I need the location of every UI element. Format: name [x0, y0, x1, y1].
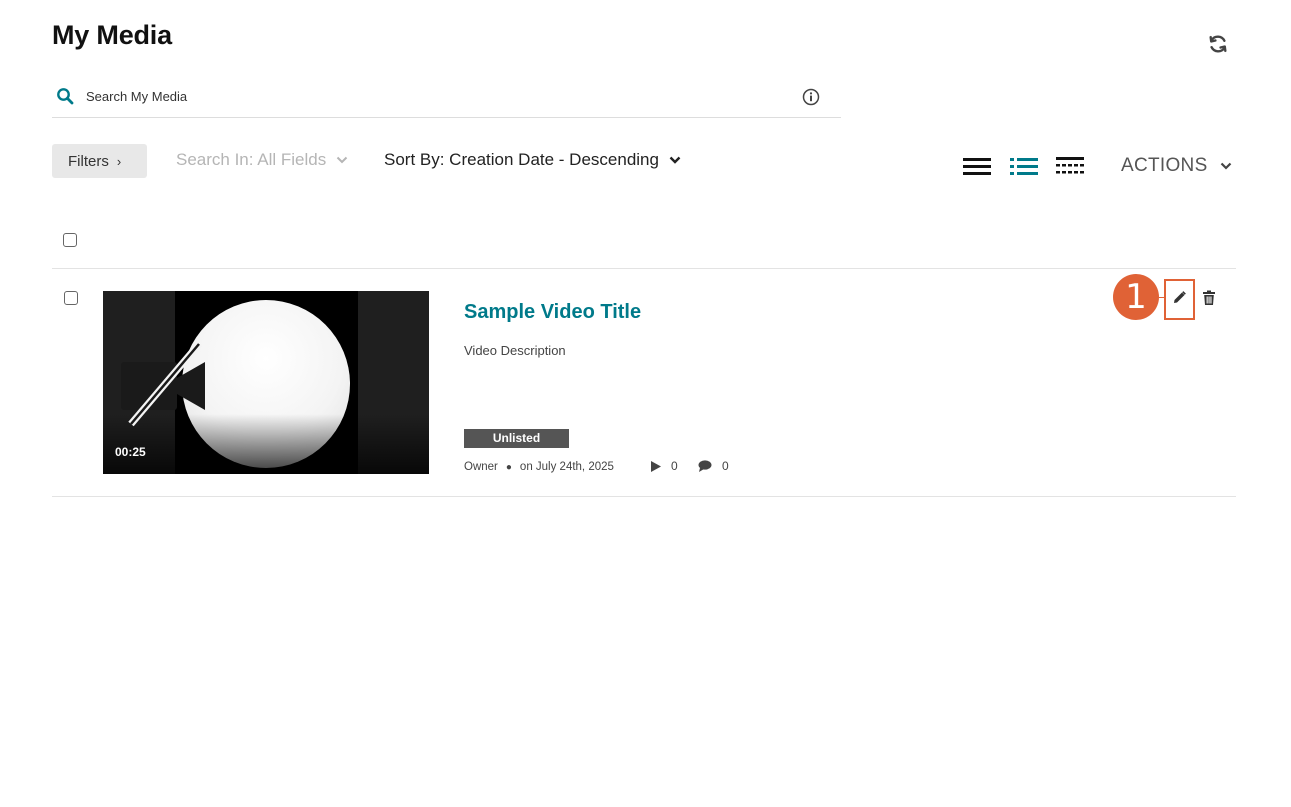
entry-description: Video Description: [464, 343, 566, 358]
actions-dropdown[interactable]: ACTIONS: [1121, 155, 1232, 177]
entry-date: on July 24th, 2025: [519, 461, 614, 473]
delete-trash-icon[interactable]: [1202, 290, 1216, 306]
status-badge: Unlisted: [464, 429, 569, 448]
filters-label: Filters: [68, 152, 109, 170]
divider: [52, 268, 1236, 269]
video-off-icon: [121, 341, 205, 427]
sort-by-dropdown[interactable]: Sort By: Creation Date - Descending: [384, 150, 681, 170]
entry-title-link[interactable]: Sample Video Title: [464, 301, 641, 324]
refresh-icon[interactable]: [1207, 33, 1229, 55]
plays-stat: 0: [651, 459, 678, 473]
divider: [52, 496, 1236, 497]
actions-label: ACTIONS: [1121, 155, 1208, 176]
search-icon: [57, 88, 74, 105]
sort-by-label: Sort By: Creation Date - Descending: [384, 150, 659, 169]
search-in-dropdown[interactable]: Search In: All Fields: [176, 150, 348, 170]
bullet-separator: ●: [505, 461, 512, 473]
play-icon: [651, 460, 661, 472]
info-icon[interactable]: [802, 88, 820, 106]
chevron-down-icon: [1220, 162, 1231, 170]
compact-view-icon[interactable]: [1056, 155, 1084, 177]
filters-button[interactable]: Filters ›: [52, 144, 147, 178]
comment-icon: [698, 460, 712, 472]
detailed-list-view-icon[interactable]: [1010, 155, 1038, 177]
chevron-down-icon: [337, 156, 348, 164]
comments-stat: 0: [698, 459, 729, 473]
video-duration: 00:25: [115, 445, 146, 459]
entry-checkbox[interactable]: [64, 291, 78, 305]
comments-count: 0: [722, 459, 729, 473]
select-all-checkbox[interactable]: [63, 233, 77, 247]
page-title: My Media: [52, 20, 172, 50]
search-bar: [52, 78, 841, 118]
entry-owner: Owner: [464, 461, 498, 473]
step-number-badge: 1: [1113, 274, 1159, 320]
chevron-right-icon: ›: [116, 153, 122, 169]
chevron-down-icon: [669, 156, 681, 164]
plays-count: 0: [671, 459, 678, 473]
search-input[interactable]: [86, 84, 786, 108]
entry-meta: Owner ● on July 24th, 2025: [464, 461, 614, 473]
search-in-label: Search In: All Fields: [176, 150, 327, 169]
edit-pencil-icon[interactable]: [1171, 290, 1187, 306]
list-view-icon[interactable]: [963, 155, 991, 177]
